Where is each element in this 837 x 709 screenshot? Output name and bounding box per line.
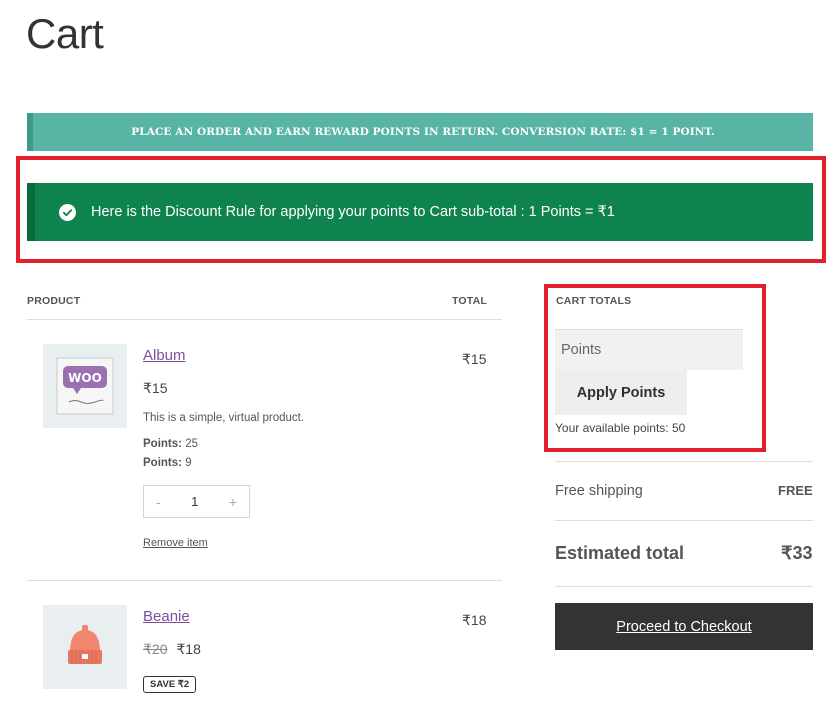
album-points-line-1: Points: 25 [143,438,198,450]
album-points-line-2: Points: 9 [143,457,192,469]
totals-divider-3 [555,586,813,587]
album-price: ₹15 [143,380,168,396]
quantity-value[interactable]: 1 [191,494,198,509]
beanie-line-total: ₹18 [462,612,487,628]
points-input[interactable] [555,329,743,370]
checkout-label: Proceed to Checkout [616,618,752,635]
points-value: 9 [185,457,192,469]
shipping-value: FREE [778,483,813,498]
beanie-sale-price: ₹18 [176,641,201,657]
quantity-stepper: - 1 + [143,485,250,518]
cart-totals-heading: CART TOTALS [556,295,632,307]
estimated-total-value: ₹33 [781,543,813,563]
thumb-woo-text: WOO [68,371,102,385]
header-divider [27,319,502,320]
quantity-decrease-button[interactable]: - [156,494,161,510]
shipping-label: Free shipping [555,483,643,499]
points-label: Points: [143,457,182,469]
estimated-total-label: Estimated total [555,543,685,563]
discount-rule-notice: Here is the Discount Rule for applying y… [27,183,813,241]
points-label: Points: [143,438,182,450]
save-badge: SAVE ₹2 [143,676,197,693]
beanie-old-price: ₹20 [143,641,168,657]
proceed-to-checkout-button[interactable]: Proceed to Checkout [555,603,813,650]
product-column-header: PRODUCT [27,295,81,307]
totals-divider-2 [555,520,813,521]
apply-points-button[interactable]: Apply Points [555,370,687,415]
quantity-increase-button[interactable]: + [229,494,237,510]
total-column-header: TOTAL [452,295,488,307]
reward-points-banner: PLACE AN ORDER AND EARN REWARD POINTS IN… [27,113,813,151]
album-description: This is a simple, virtual product. [143,412,305,424]
beanie-icon [68,625,102,664]
product-link-album[interactable]: Album [143,347,186,364]
check-circle-icon [59,203,76,221]
discount-rule-text: Here is the Discount Rule for applying y… [91,204,615,220]
beanie-price: ₹20 ₹18 [143,641,201,658]
remove-item-link[interactable]: Remove item [143,537,208,549]
totals-divider-1 [555,461,813,462]
product-link-beanie[interactable]: Beanie [143,608,190,625]
album-line-total: ₹15 [462,351,487,367]
page-title: Cart [26,10,104,57]
album-thumbnail[interactable]: WOO [43,344,127,428]
reward-banner-text: PLACE AN ORDER AND EARN REWARD POINTS IN… [131,126,715,138]
row-divider [27,580,502,581]
beanie-thumbnail[interactable] [43,605,127,689]
available-points-text: Your available points: 50 [555,421,686,435]
album-cover-icon: WOO [56,357,114,415]
points-value: 25 [185,438,198,450]
